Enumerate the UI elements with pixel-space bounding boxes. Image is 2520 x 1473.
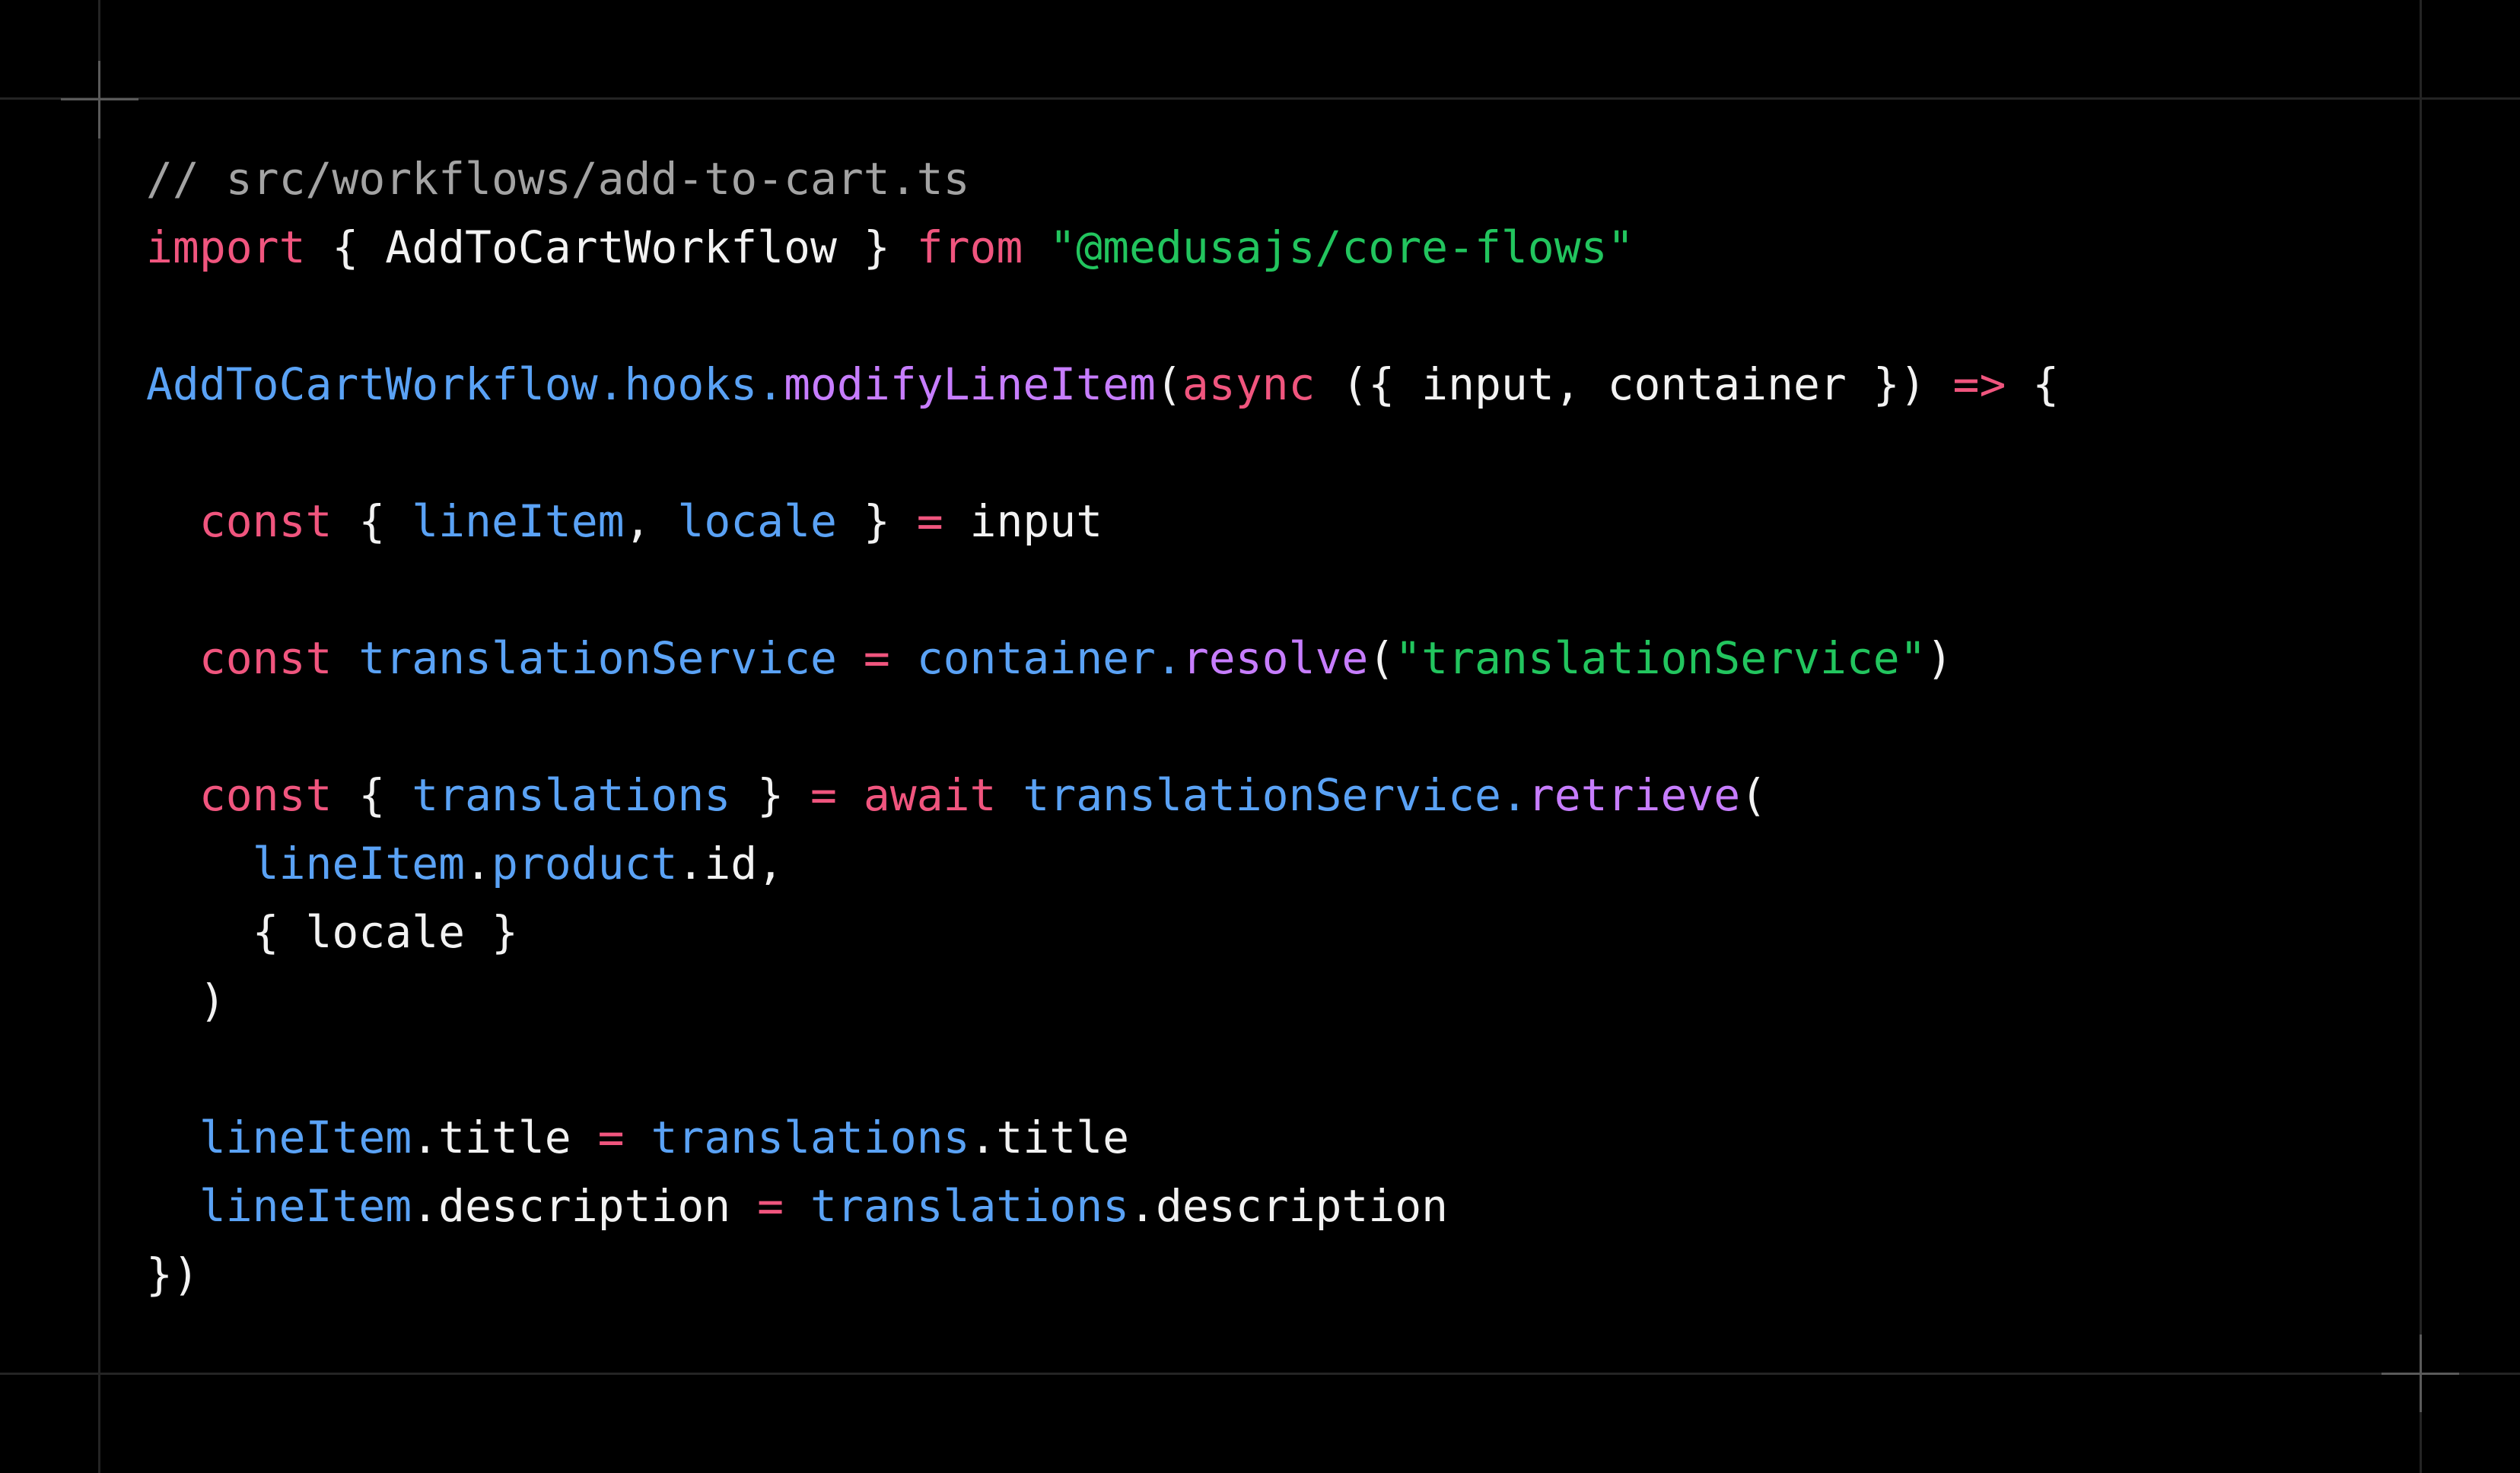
code-line: const { translations } = await translati… [146,761,2059,829]
code-token: .title [969,1112,1130,1163]
code-line: const { lineItem, locale } = input [146,487,2059,555]
code-token: } [730,769,811,821]
code-token: AddToCartWorkflow.hooks. [146,358,784,410]
code-token: "@medusajs/core-flows" [1049,221,1634,273]
code-token: input [943,495,1103,547]
code-line: }) [146,1240,2059,1309]
code-token: product [491,838,678,889]
code-token: resolve [1182,632,1369,684]
code-token: lineItem [412,495,625,547]
right-guide-line [2420,0,2422,1473]
code-token: = [810,769,837,821]
code-line: ) [146,966,2059,1035]
code-token: ( [1155,358,1182,410]
code-token: translations [412,769,731,821]
code-token: ( [1740,769,1768,821]
top-guide-line [0,97,2520,100]
code-token: { [332,495,412,547]
code-token: .description [1129,1180,1449,1232]
code-line: import { AddToCartWorkflow } from "@medu… [146,213,2059,282]
code-token: from [916,221,1023,273]
code-token: import [146,221,306,273]
code-token: .title [412,1112,598,1163]
code-token: => [1952,358,2006,410]
code-token: . [465,838,492,889]
code-token: translationService [358,632,837,684]
code-token: async [1182,358,1316,410]
code-token: translationService. [1023,769,1528,821]
code-token: { [332,769,412,821]
code-line: AddToCartWorkflow.hooks.modifyLineItem(a… [146,350,2059,418]
code-token: = [757,1180,784,1232]
code-token: } [836,495,917,547]
code-token: await [863,769,997,821]
code-token: modifyLineItem [784,358,1156,410]
code-token: lineItem [252,838,466,889]
code-token: // src/workflows/add-to-cart.ts [146,153,970,205]
code-token: retrieve [1527,769,1741,821]
code-token: { AddToCartWorkflow } [305,221,917,273]
code-block: // src/workflows/add-to-cart.ts import { … [146,145,2059,1309]
code-token: container. [916,632,1182,684]
code-token: lineItem [199,1180,412,1232]
code-token: = [916,495,943,547]
code-token: { [2006,358,2060,410]
code-token: ) [1926,632,1953,684]
code-line: lineItem.title = translations.title [146,1103,2059,1172]
code-token: ( [1368,632,1395,684]
code-token: { locale } [146,906,518,958]
code-line: lineItem.description = translations.desc… [146,1172,2059,1240]
code-token: }) [146,1249,199,1300]
code-line: // src/workflows/add-to-cart.ts [146,145,2059,213]
code-token: lineItem [199,1112,412,1163]
code-token: const [199,769,332,821]
code-token: , [624,495,678,547]
code-token: locale [677,495,837,547]
bottom-guide-line [0,1373,2520,1375]
code-token: .description [412,1180,758,1232]
code-token: translations [810,1180,1130,1232]
code-token: const [199,632,332,684]
code-line: { locale } [146,898,2059,966]
code-token: const [199,495,332,547]
code-line: const translationService = container.res… [146,624,2059,692]
code-token: ({ input, container }) [1315,358,1953,410]
code-token: translations [651,1112,970,1163]
code-token: = [863,632,890,684]
left-guide-line [98,0,100,1473]
code-token: .id, [677,838,784,889]
code-token: ) [146,975,226,1026]
code-token: "translationService" [1395,632,1927,684]
code-token: = [597,1112,625,1163]
code-line: lineItem.product.id, [146,829,2059,898]
